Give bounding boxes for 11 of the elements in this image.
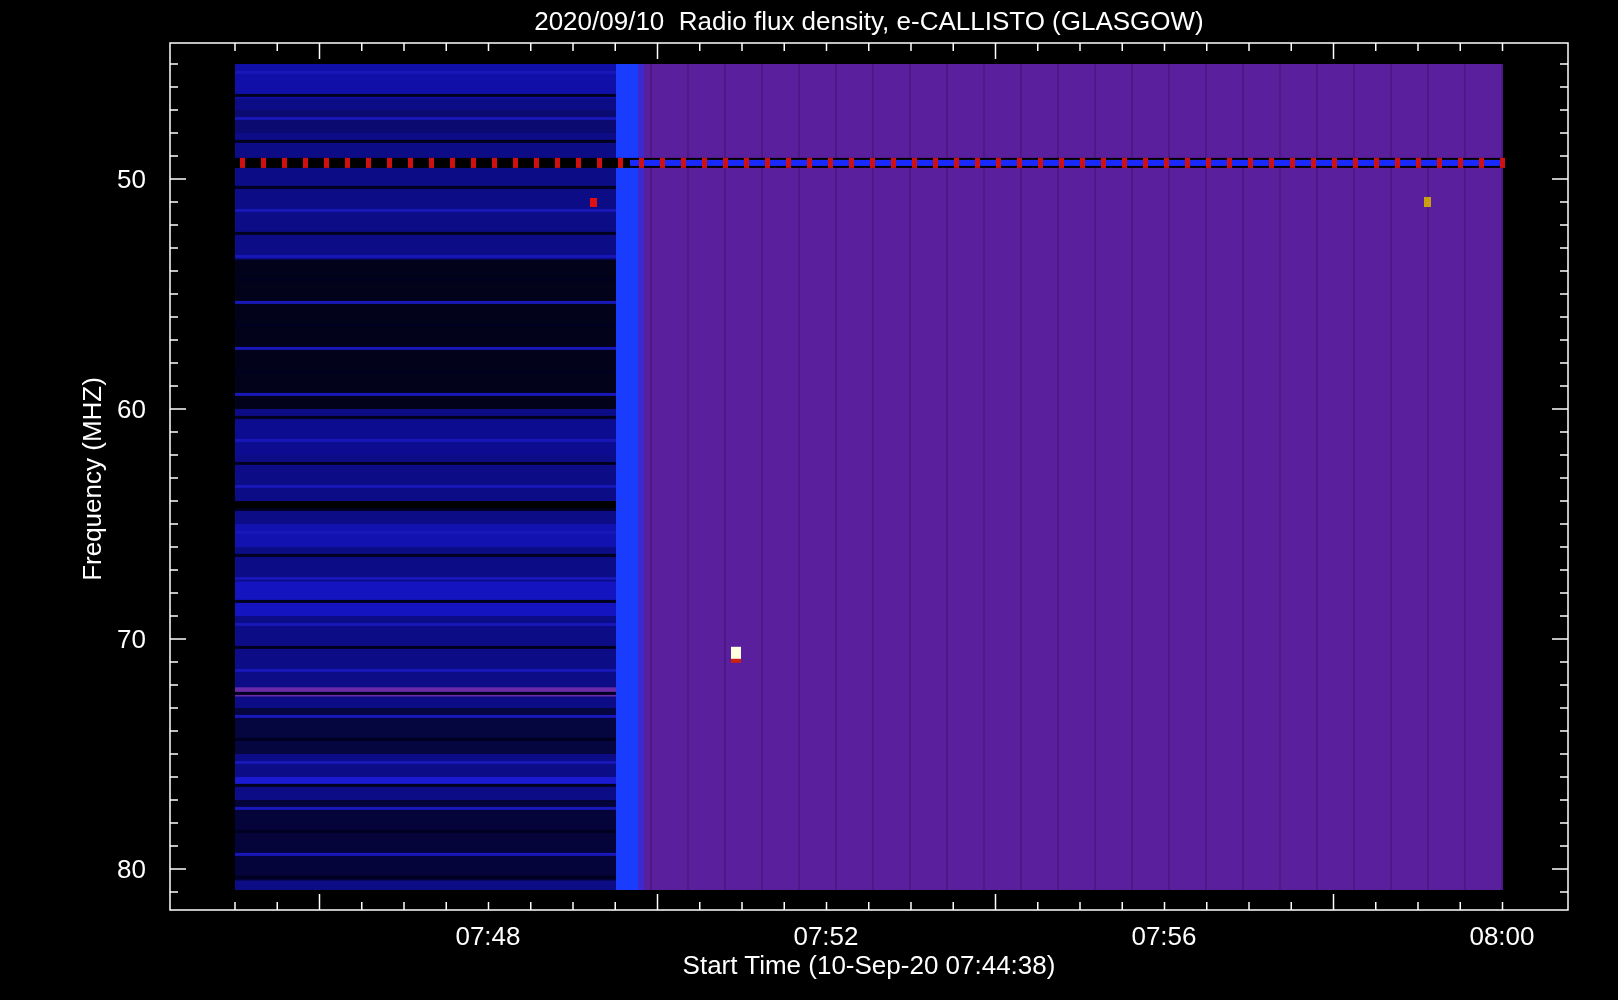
x-tick-label: 08:00 [1469,921,1535,951]
y-tick-label: 80 [117,854,146,884]
y-tick-label: 70 [117,624,146,654]
x-tick-label: 07:48 [455,921,521,951]
y-axis-label: Frequency (MHZ) [77,377,107,581]
plot-title: 2020/09/10 Radio flux density, e-CALLISTO (GLASGOW) [534,6,1204,36]
y-tick-label: 60 [117,394,146,424]
x-tick-label: 07:52 [793,921,859,951]
y-tick-label: 50 [117,164,146,194]
x-tick-label: 07:56 [1131,921,1197,951]
x-axis-label: Start Time (10-Sep-20 07:44:38) [682,950,1056,980]
